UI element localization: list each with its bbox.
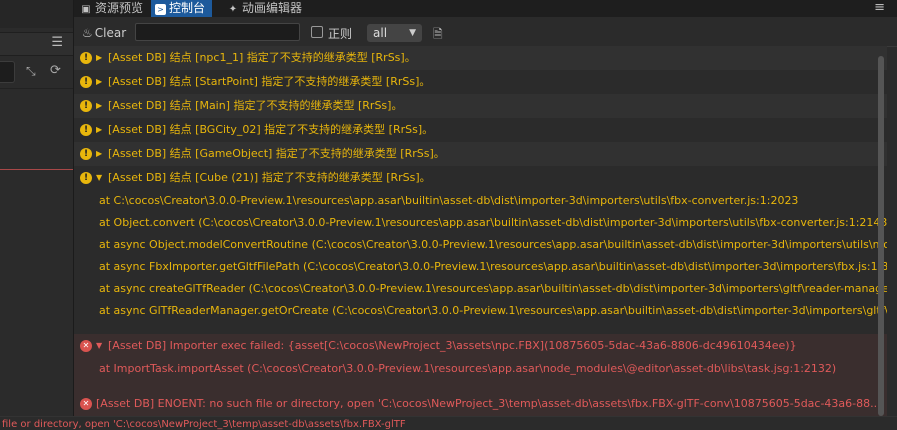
search-input[interactable] [135,23,300,41]
stack-line: at C:\cocos\Creator\3.0.0-Preview.1\reso… [99,194,799,207]
clear-button[interactable]: ♨ Clear [82,24,126,42]
collapse-arrow-icon[interactable]: ▼ [96,334,102,358]
clear-label: Clear [94,26,127,40]
console-icon: > [155,4,166,15]
left-panel-toolbar: ☰ [0,32,73,56]
left-panel: ☰ ⤡ ⟳ [0,0,74,416]
expand-arrow-icon[interactable]: ▶ [96,46,102,70]
animation-icon: ✦ [228,4,238,15]
left-panel-tools: ⤡ ⟳ [0,58,73,86]
log-message: [Asset DB] 结点 [GameObject] 指定了不支持的继承类型 [… [108,147,445,160]
log-message: [Asset DB] 结点 [BGCity_02] 指定了不支持的继承类型 [R… [108,123,434,136]
log-row-warning[interactable]: ! ▼ [Asset DB] 结点 [Cube (21)] 指定了不支持的继承类… [74,166,887,190]
error-icon: ✕ [80,398,92,410]
log-level-select[interactable]: all ▼ [367,24,422,42]
tab-label: 控制台 [169,1,206,15]
log-list[interactable]: ! ▶ [Asset DB] 结点 [npc1_1] 指定了不支持的继承类型 [… [74,46,887,416]
log-row-warning[interactable]: ! ▶ [Asset DB] 结点 [GameObject] 指定了不支持的继承… [74,142,887,166]
log-level-value: all [373,26,388,40]
status-bar: file or directory, open 'C:\cocos\NewPro… [0,416,897,430]
log-row-error[interactable]: ✕ ▼ [Asset DB] Importer exec failed: {as… [74,334,887,358]
status-message: file or directory, open 'C:\cocos\NewPro… [2,419,406,430]
console-panel: ▣ 资源预览 > 控制台 ✦ 动画编辑器 ≡ ♨ Clear 正则 all ▼ 🗎 ! … [74,0,897,416]
row-gap [74,380,887,392]
divider [0,88,73,89]
open-log-file-icon[interactable]: 🗎 [433,25,443,46]
log-row-warning[interactable]: ! ▶ [Asset DB] 结点 [npc1_1] 指定了不支持的继承类型 [… [74,46,887,70]
left-search-input[interactable] [0,61,15,83]
log-row-warning[interactable]: ! ▶ [Asset DB] 结点 [BGCity_02] 指定了不支持的继承类… [74,118,887,142]
refresh-icon[interactable]: ⟳ [50,63,61,78]
warning-icon: ! [80,124,92,136]
collapse-arrow-icon[interactable]: ▼ [96,166,102,190]
regex-checkbox[interactable] [311,26,323,38]
stack-line: at async createGlTfReader (C:\cocos\Crea… [99,282,887,295]
stack-line: at Object.convert (C:\cocos\Creator\3.0.… [99,216,887,229]
log-message: [Asset DB] 结点 [Cube (21)] 指定了不支持的继承类型 [R… [108,171,431,184]
log-message: [Asset DB] 结点 [Main] 指定了不支持的继承类型 [RrSs]。 [108,99,403,112]
expand-arrow-icon[interactable]: ▶ [96,142,102,166]
expand-arrow-icon[interactable]: ▶ [96,94,102,118]
menu-icon[interactable]: ☰ [51,35,63,50]
tab-label: 动画编辑器 [242,1,303,15]
stack-line: at async GlTfReaderManager.getOrCreate (… [99,304,887,317]
warning-icon: ! [80,52,92,64]
left-panel-header [0,0,73,28]
console-toolbar: ♨ Clear 正则 all ▼ 🗎 [74,20,897,47]
stack-line: at ImportTask.importAsset (C:\cocos\Crea… [74,357,887,381]
stack-line: at async FbxImporter.getGltfFilePath (C:… [99,260,887,273]
chevron-down-icon: ▼ [409,28,416,38]
log-row-error[interactable]: ✕ [Asset DB] ENOENT: no such file or dir… [74,392,887,416]
broom-icon: ♨ [82,26,93,40]
tab-console[interactable]: > 控制台 [151,0,213,17]
warning-icon: ! [80,148,92,160]
log-message: [Asset DB] 结点 [StartPoint] 指定了不支持的继承类型 [… [108,75,431,88]
log-row-warning[interactable]: ! ▶ [Asset DB] 结点 [StartPoint] 指定了不支持的继承… [74,70,887,94]
vertical-scrollbar[interactable] [878,56,884,416]
error-icon: ✕ [80,340,92,352]
regex-label: 正则 [328,27,353,41]
tab-animation-editor[interactable]: ✦ 动画编辑器 [227,0,302,17]
tab-label: 资源预览 [95,1,144,15]
log-message: [Asset DB] 结点 [npc1_1] 指定了不支持的继承类型 [RrSs… [108,51,416,64]
tab-assets-preview[interactable]: ▣ 资源预览 [80,0,143,17]
panel-menu-icon[interactable]: ≡ [874,0,885,16]
warning-icon: ! [80,100,92,112]
log-row-warning[interactable]: ! ▶ [Asset DB] 结点 [Main] 指定了不支持的继承类型 [Rr… [74,94,887,118]
expand-arrow-icon[interactable]: ▶ [96,70,102,94]
error-marker-line [0,169,73,170]
log-message: [Asset DB] Importer exec failed: {asset[… [108,339,797,352]
assets-icon: ▣ [81,4,91,15]
stack-line: at async Object.modelConvertRoutine (C:\… [99,238,887,251]
collapse-icon[interactable]: ⤡ [26,64,36,79]
log-message: [Asset DB] ENOENT: no such file or direc… [96,397,881,410]
warning-icon: ! [80,172,92,184]
expand-arrow-icon[interactable]: ▶ [96,118,102,142]
warning-icon: ! [80,76,92,88]
tab-bar: ▣ 资源预览 > 控制台 ✦ 动画编辑器 ≡ [74,0,897,17]
